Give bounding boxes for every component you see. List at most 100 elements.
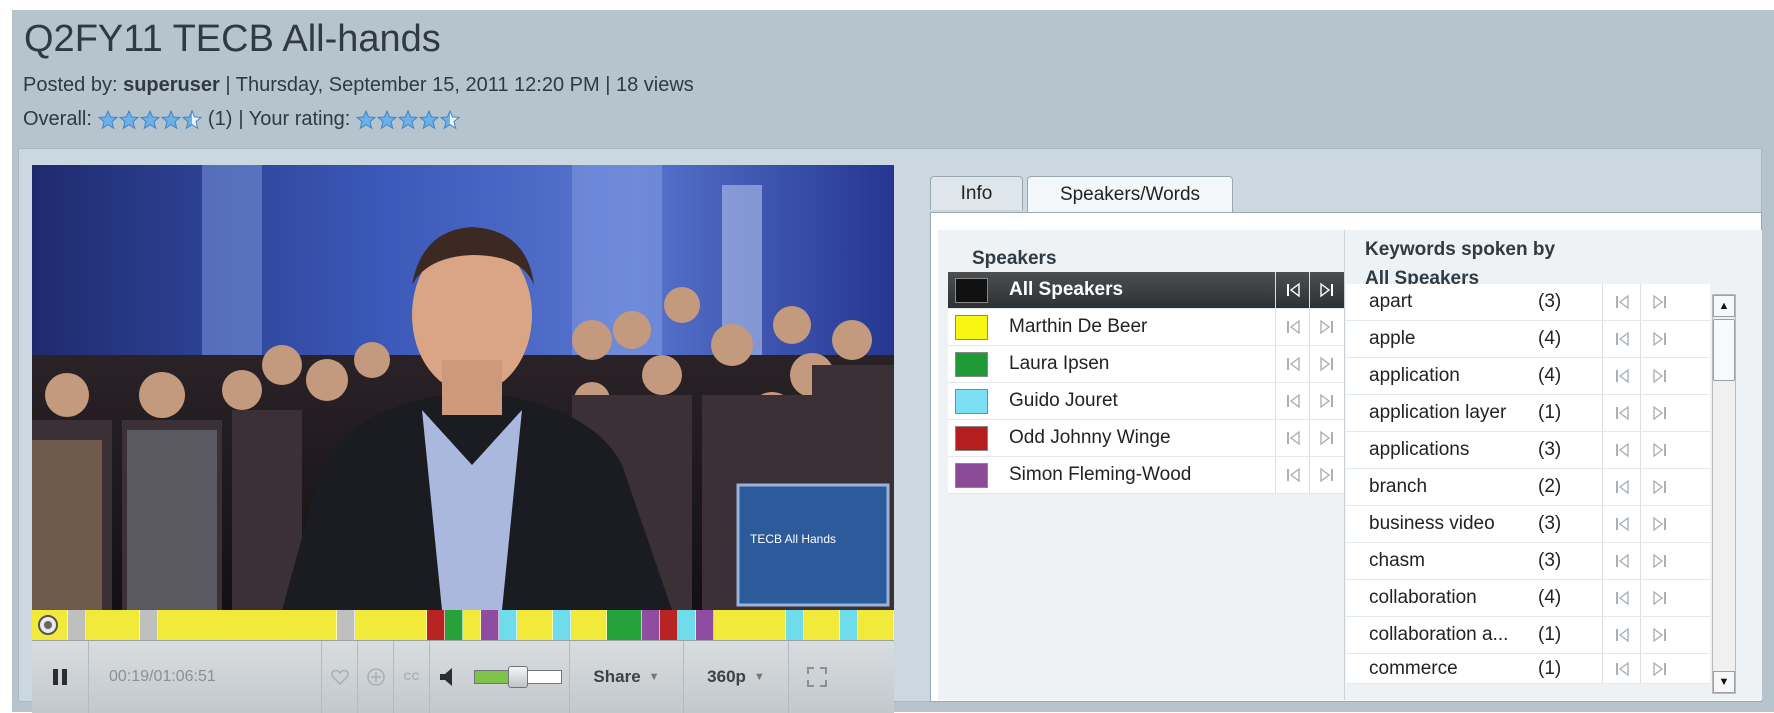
timeline-segment[interactable] (570, 610, 607, 640)
timeline-segment[interactable] (462, 610, 481, 640)
previous-occurrence-button[interactable] (1602, 432, 1640, 468)
next-occurrence-button[interactable] (1640, 284, 1678, 320)
timeline-segment[interactable] (67, 610, 86, 640)
timeline-segment[interactable] (786, 610, 805, 640)
playhead-handle-icon[interactable] (37, 614, 59, 636)
next-occurrence-button[interactable] (1640, 469, 1678, 505)
next-occurrence-button[interactable] (1640, 654, 1678, 683)
speaker-row[interactable]: Laura Ipsen (948, 346, 1344, 383)
next-occurrence-button[interactable] (1640, 358, 1678, 394)
next-occurrence-button[interactable] (1640, 506, 1678, 542)
timeline-segment[interactable] (552, 610, 571, 640)
timeline-segment[interactable] (857, 610, 894, 640)
previous-occurrence-button[interactable] (1275, 420, 1309, 456)
next-occurrence-button[interactable] (1309, 420, 1343, 456)
keyword-row[interactable]: business video (3) (1346, 506, 1710, 543)
previous-occurrence-button[interactable] (1602, 469, 1640, 505)
timeline-segment[interactable] (839, 610, 858, 640)
video-frame[interactable]: TECB All Hands (32, 165, 894, 610)
keyword-row[interactable]: branch (2) (1346, 469, 1710, 506)
overall-rating-count: (1) (207, 108, 233, 130)
timeline-segment[interactable] (516, 610, 553, 640)
keyword-row[interactable]: collaboration a... (1) (1346, 617, 1710, 654)
timeline-segment[interactable] (139, 610, 158, 640)
fullscreen-button[interactable] (789, 641, 844, 713)
keyword-row[interactable]: chasm (3) (1346, 543, 1710, 580)
previous-occurrence-button[interactable] (1602, 395, 1640, 431)
next-occurrence-button[interactable] (1309, 383, 1343, 419)
add-button[interactable] (358, 641, 394, 713)
next-occurrence-button[interactable] (1309, 309, 1343, 345)
timeline-segment[interactable] (498, 610, 517, 640)
timeline-segment[interactable] (337, 610, 356, 640)
next-occurrence-button[interactable] (1640, 321, 1678, 357)
timeline-segment[interactable] (804, 610, 840, 640)
timeline-segment[interactable] (714, 610, 787, 640)
speaker-timeline[interactable] (32, 610, 894, 640)
keyword-scrollbar[interactable]: ▲ ▼ (1712, 294, 1736, 694)
previous-occurrence-button[interactable] (1275, 346, 1309, 382)
volume-slider[interactable] (466, 641, 570, 713)
next-occurrence-button[interactable] (1309, 272, 1343, 308)
previous-occurrence-button[interactable] (1275, 272, 1309, 308)
next-occurrence-button[interactable] (1640, 580, 1678, 616)
scroll-thumb[interactable] (1713, 319, 1735, 381)
timeline-segment[interactable] (696, 610, 715, 640)
keyword-row[interactable]: apple (4) (1346, 321, 1710, 358)
timeline-segment[interactable] (157, 610, 338, 640)
speaker-row[interactable]: Guido Jouret (948, 383, 1344, 420)
quality-dropdown[interactable]: 360p ▼ (684, 641, 789, 713)
timeline-segment[interactable] (427, 610, 445, 640)
share-dropdown[interactable]: Share ▼ (570, 641, 684, 713)
next-occurrence-button[interactable] (1640, 617, 1678, 653)
next-occurrence-button[interactable] (1640, 395, 1678, 431)
pause-button[interactable] (32, 641, 89, 713)
next-occurrence-button[interactable] (1309, 457, 1343, 493)
timeline-segment[interactable] (355, 610, 428, 640)
timeline-segment[interactable] (642, 610, 661, 640)
keyword-text: application layer (1369, 402, 1507, 423)
tab-info[interactable]: Info (930, 176, 1023, 210)
tab-speakers-words[interactable]: Speakers/Words (1027, 176, 1233, 213)
previous-occurrence-button[interactable] (1602, 506, 1640, 542)
keyword-row[interactable]: applications (3) (1346, 432, 1710, 469)
favorite-button[interactable] (322, 641, 358, 713)
next-occurrence-button[interactable] (1640, 543, 1678, 579)
scroll-up-button[interactable]: ▲ (1713, 295, 1735, 317)
volume-handle[interactable] (507, 666, 528, 688)
timeline-segment[interactable] (480, 610, 499, 640)
next-occurrence-button[interactable] (1309, 346, 1343, 382)
previous-occurrence-button[interactable] (1602, 654, 1640, 683)
keyword-row[interactable]: apart (3) (1346, 284, 1710, 321)
previous-occurrence-button[interactable] (1275, 309, 1309, 345)
posted-by-user-link[interactable]: superuser (123, 74, 220, 96)
skip-back-icon (1286, 282, 1300, 298)
timeline-segment[interactable] (445, 610, 463, 640)
keyword-row[interactable]: application (4) (1346, 358, 1710, 395)
timeline-segment[interactable] (85, 610, 140, 640)
arrow-down-icon: ▼ (1718, 676, 1730, 688)
scroll-down-button[interactable]: ▼ (1713, 671, 1735, 693)
timeline-segment[interactable] (678, 610, 697, 640)
timeline-segment[interactable] (606, 610, 643, 640)
speaker-row[interactable]: Simon Fleming-Wood (948, 457, 1344, 494)
mute-button[interactable] (430, 641, 466, 713)
speaker-row[interactable]: Marthin De Beer (948, 309, 1344, 346)
previous-occurrence-button[interactable] (1602, 321, 1640, 357)
keyword-row[interactable]: application layer (1) (1346, 395, 1710, 432)
timeline-segment[interactable] (660, 610, 679, 640)
next-occurrence-button[interactable] (1640, 432, 1678, 468)
keyword-row[interactable]: commerce (1) (1346, 654, 1710, 684)
closed-captions-button[interactable]: CC (394, 641, 430, 713)
your-rating-stars[interactable] (356, 109, 461, 130)
previous-occurrence-button[interactable] (1602, 580, 1640, 616)
previous-occurrence-button[interactable] (1602, 617, 1640, 653)
speaker-row[interactable]: All Speakers (948, 272, 1344, 309)
previous-occurrence-button[interactable] (1275, 457, 1309, 493)
previous-occurrence-button[interactable] (1602, 543, 1640, 579)
keyword-row[interactable]: collaboration (4) (1346, 580, 1710, 617)
speaker-row[interactable]: Odd Johnny Winge (948, 420, 1344, 457)
previous-occurrence-button[interactable] (1275, 383, 1309, 419)
previous-occurrence-button[interactable] (1602, 284, 1640, 320)
previous-occurrence-button[interactable] (1602, 358, 1640, 394)
